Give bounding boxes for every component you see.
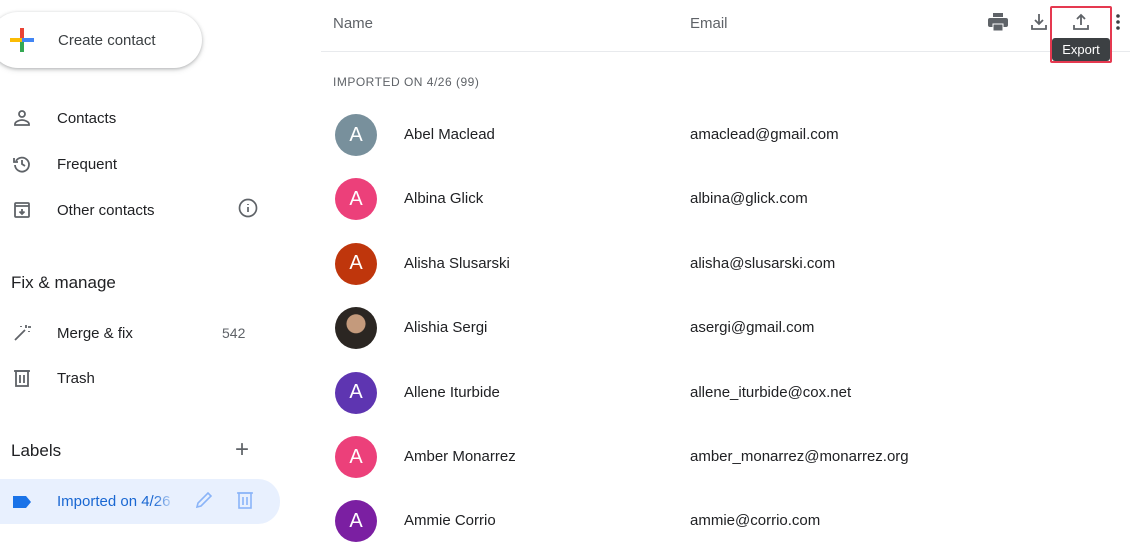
plus-icon bbox=[10, 28, 34, 52]
contact-email: amber_monarrez@monarrez.org bbox=[690, 448, 909, 465]
contact-row[interactable]: A Allene Iturbide allene_iturbide@cox.ne… bbox=[321, 361, 1130, 425]
edit-label-icon[interactable] bbox=[195, 491, 213, 513]
trash-icon bbox=[12, 368, 32, 388]
inbox-download-icon bbox=[12, 200, 32, 220]
history-icon bbox=[12, 154, 32, 174]
email-column-header: Email bbox=[690, 15, 728, 32]
sidebar-item-label: Merge & fix bbox=[57, 324, 133, 342]
fix-manage-heading: Fix & manage bbox=[11, 273, 116, 292]
avatar: A bbox=[335, 242, 377, 285]
name-column-header: Name bbox=[333, 15, 374, 32]
contact-email: alisha@slusarski.com bbox=[690, 254, 836, 272]
contact-name: Abel Maclead bbox=[404, 126, 495, 143]
avatar: A bbox=[335, 114, 377, 156]
contact-row[interactable]: A Alisha Slusarski alisha@slusarski.com bbox=[321, 232, 1130, 296]
sidebar-item-contacts[interactable]: Contacts bbox=[0, 98, 280, 138]
avatar: A bbox=[335, 500, 377, 543]
sidebar-item-label: Frequent bbox=[57, 155, 118, 173]
contact-row[interactable]: A Ammie Corrio ammie@corrio.com bbox=[321, 489, 1130, 553]
info-icon[interactable] bbox=[238, 198, 258, 222]
sidebar-item-frequent[interactable]: Frequent bbox=[0, 144, 280, 184]
sidebar-item-other-contacts[interactable]: Other contacts bbox=[0, 190, 280, 230]
export-tooltip: Export bbox=[1052, 38, 1110, 61]
contact-row[interactable]: A Abel Maclead amaclead@gmail.com bbox=[321, 103, 1130, 167]
sidebar: Create contact Contacts Frequent Other c… bbox=[0, 0, 300, 552]
sidebar-item-label: Imported on 4/26 bbox=[57, 493, 171, 510]
sidebar-item-trash[interactable]: Trash bbox=[0, 358, 280, 398]
contact-name: Amber Monarrez bbox=[404, 448, 516, 465]
merge-count: 542 bbox=[222, 325, 246, 341]
avatar bbox=[335, 307, 377, 350]
labels-heading: Labels bbox=[11, 441, 62, 460]
avatar: A bbox=[335, 178, 377, 221]
contact-name: Ammie Corrio bbox=[404, 512, 496, 530]
contact-email: amaclead@gmail.com bbox=[690, 126, 839, 143]
contact-row[interactable]: A Albina Glick albina@glick.com bbox=[321, 167, 1130, 231]
print-icon[interactable] bbox=[986, 10, 1010, 34]
avatar: A bbox=[335, 436, 377, 478]
create-contact-label: Create contact bbox=[58, 31, 156, 49]
contact-email: ammie@corrio.com bbox=[690, 512, 821, 530]
contact-row[interactable]: A Amber Monarrez amber_monarrez@monarrez… bbox=[321, 425, 1130, 489]
magic-wand-icon bbox=[12, 323, 32, 343]
sidebar-item-label: Trash bbox=[57, 369, 95, 387]
avatar: A bbox=[335, 371, 377, 414]
create-contact-button[interactable]: Create contact bbox=[0, 12, 202, 68]
contact-email: allene_iturbide@cox.net bbox=[690, 383, 852, 401]
contact-email: asergi@gmail.com bbox=[690, 319, 815, 337]
sidebar-item-imported-label[interactable]: Imported on 4/26 bbox=[0, 479, 280, 524]
contact-name: Albina Glick bbox=[404, 190, 484, 208]
delete-label-icon[interactable] bbox=[237, 491, 253, 513]
contact-name: Allene Iturbide bbox=[404, 383, 500, 401]
label-icon bbox=[12, 492, 32, 512]
import-icon[interactable] bbox=[1027, 10, 1051, 34]
contact-row[interactable]: Alishia Sergi asergi@gmail.com bbox=[321, 296, 1130, 360]
sidebar-item-merge-fix[interactable]: Merge & fix 542 bbox=[0, 313, 280, 353]
contact-email: albina@glick.com bbox=[690, 190, 808, 208]
group-title: IMPORTED ON 4/26 (99) bbox=[333, 75, 480, 89]
add-label-icon[interactable]: + bbox=[235, 438, 249, 462]
contact-name: Alishia Sergi bbox=[404, 319, 488, 337]
sidebar-item-label: Contacts bbox=[57, 109, 117, 127]
sidebar-item-label: Other contacts bbox=[57, 201, 155, 219]
person-icon bbox=[12, 108, 32, 128]
contact-name: Alisha Slusarski bbox=[404, 254, 510, 272]
